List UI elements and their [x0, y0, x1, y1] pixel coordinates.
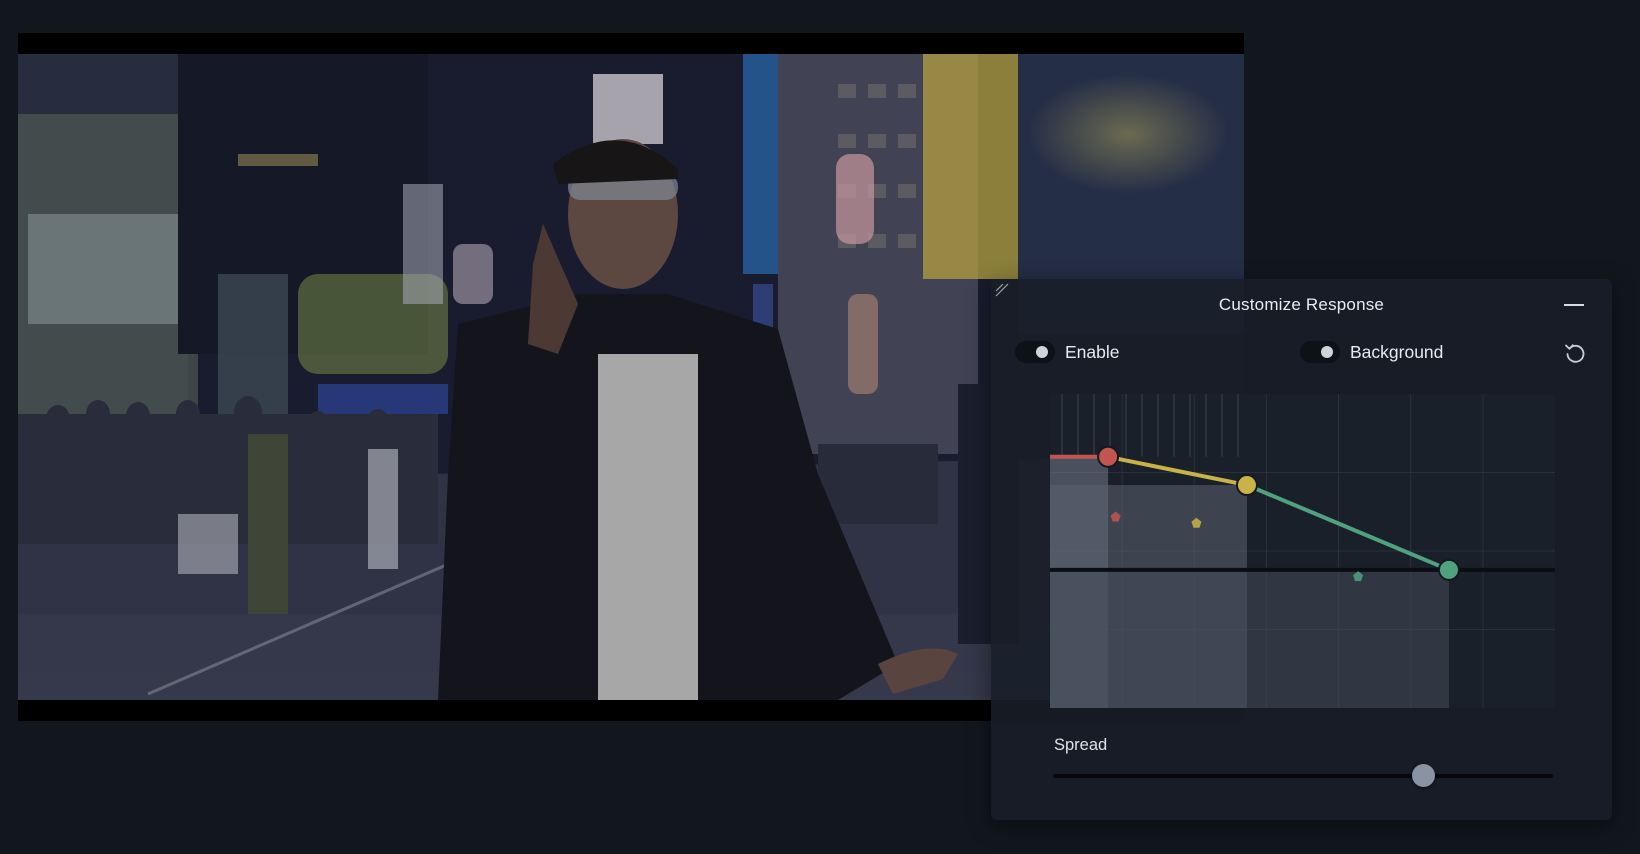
reset-icon [1565, 344, 1585, 363]
region-highlights [1050, 569, 1449, 708]
background-switch-knob [1321, 346, 1333, 358]
spread-slider[interactable] [1053, 763, 1553, 789]
spread-slider-thumb[interactable] [1412, 764, 1435, 787]
background-switch[interactable] [1300, 341, 1340, 363]
panel-title: Customize Response [1218, 295, 1385, 314]
control-point-shadows[interactable] [1097, 445, 1120, 468]
response-curve-editor[interactable] [1050, 394, 1555, 708]
enable-label: Enable [1065, 341, 1120, 362]
minimize-button[interactable] [1562, 293, 1586, 317]
background-label: Background [1350, 341, 1444, 362]
reset-button[interactable] [1561, 339, 1589, 367]
background-toggle[interactable]: Background [1300, 341, 1443, 363]
spread-label: Spread [1054, 736, 1108, 754]
customize-response-panel: Customize Response Enable Background Spr… [991, 279, 1612, 820]
control-point-highlights[interactable] [1437, 558, 1460, 581]
enable-toggle[interactable]: Enable [1015, 341, 1120, 363]
enable-switch[interactable] [1015, 341, 1055, 363]
control-point-midtones[interactable] [1235, 474, 1258, 497]
spread-slider-track[interactable] [1053, 774, 1553, 778]
enable-switch-knob [1036, 346, 1048, 358]
